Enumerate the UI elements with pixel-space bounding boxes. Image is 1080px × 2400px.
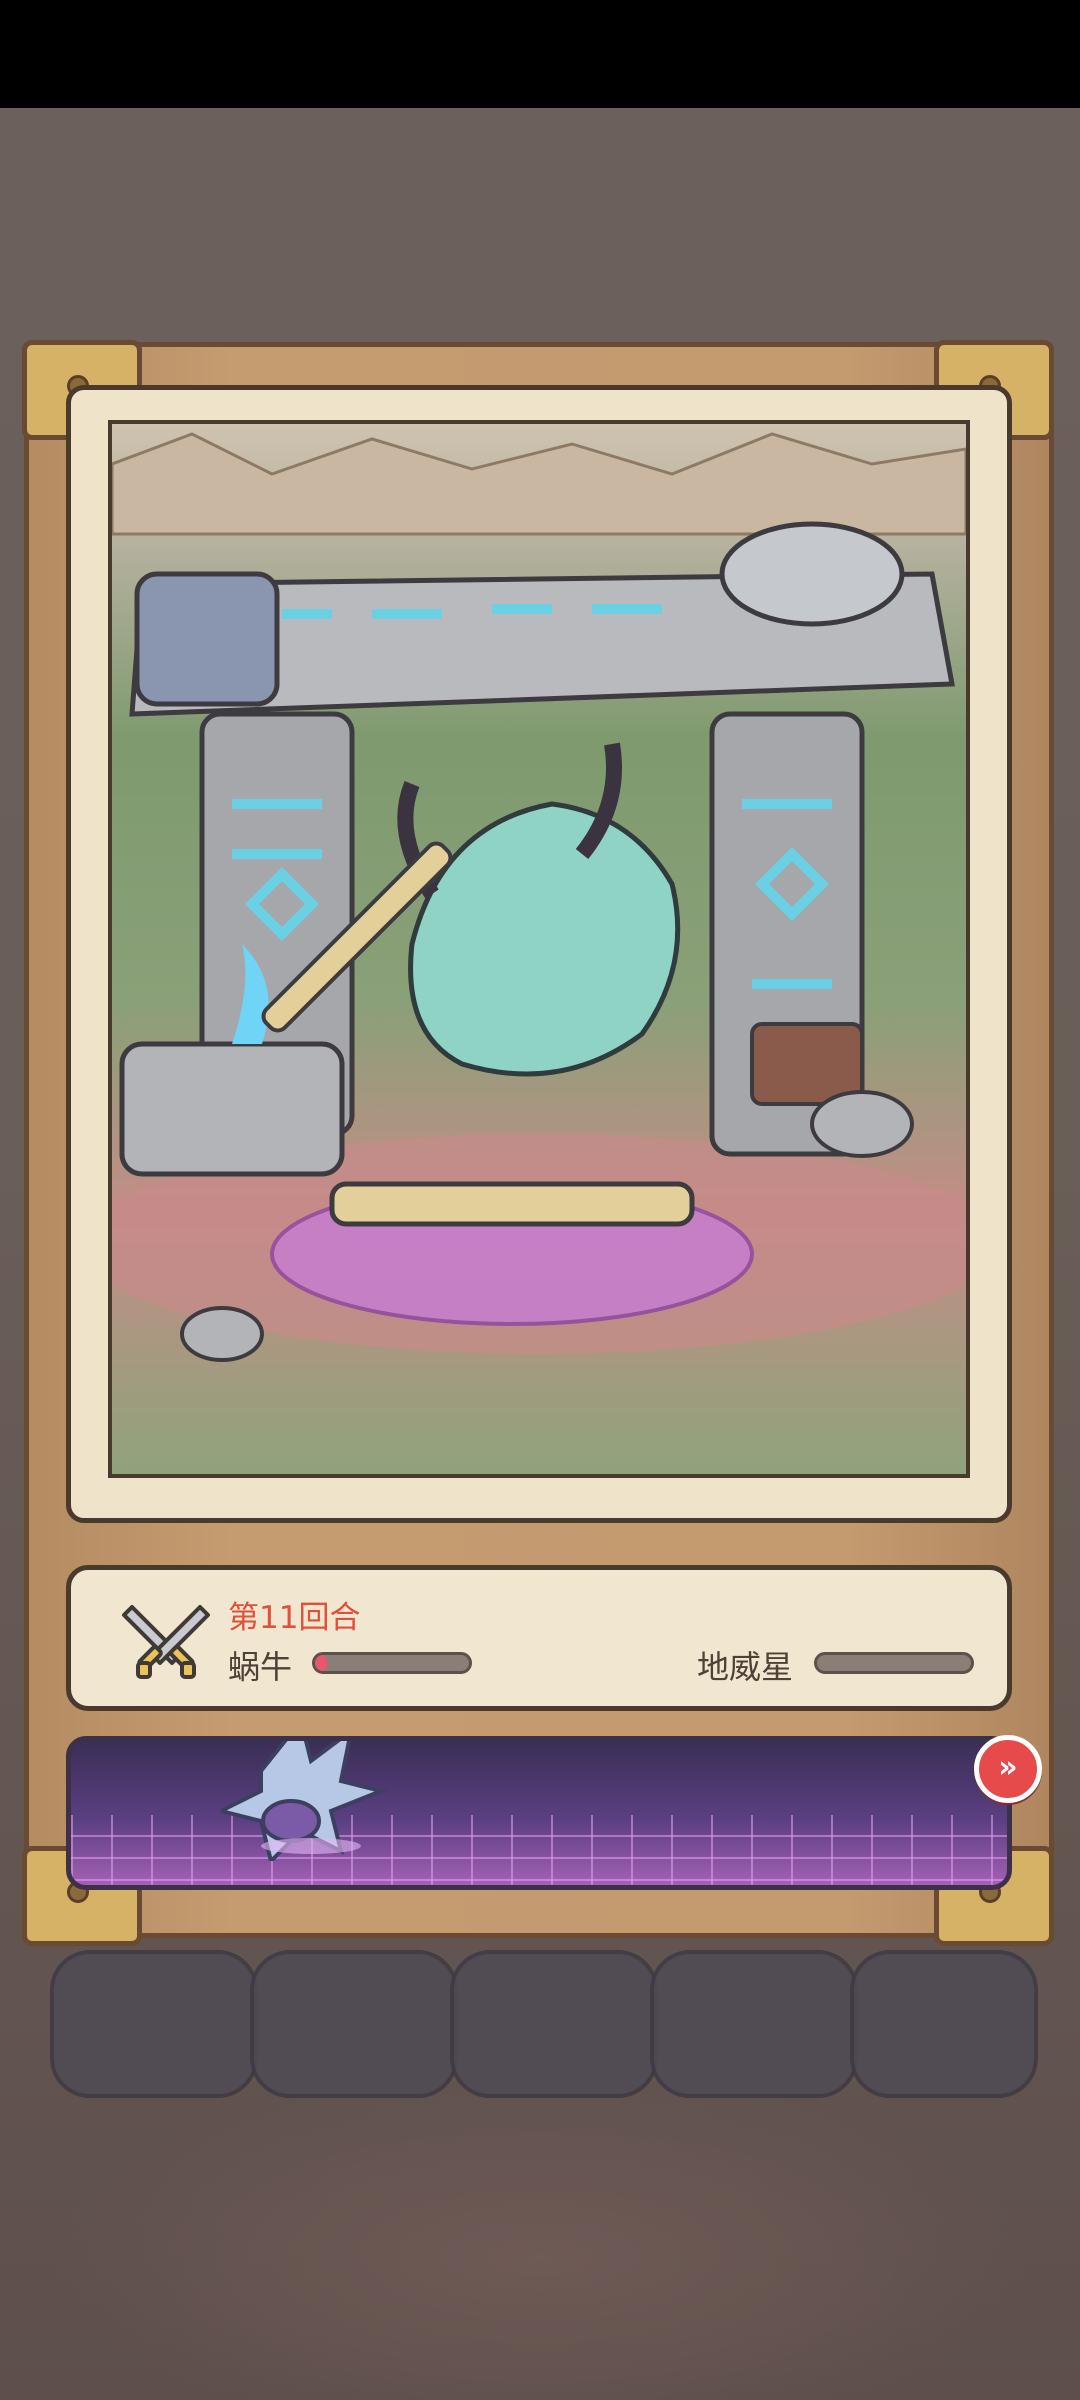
battle-animation-strip xyxy=(66,1736,1012,1890)
background-stone xyxy=(650,1950,858,2098)
neon-grid-floor xyxy=(71,1815,1007,1885)
player-hp-bar xyxy=(312,1652,472,1674)
enemy-illustration xyxy=(108,420,970,1478)
background-stone xyxy=(50,1950,258,2098)
fast-forward-button[interactable]: » xyxy=(974,1735,1042,1803)
status-bar xyxy=(0,0,1080,108)
player-hp-fill xyxy=(315,1655,328,1671)
round-counter: 第11回合 xyxy=(228,1600,361,1636)
dragon-sprite xyxy=(221,1741,388,1861)
horned-warrior xyxy=(408,801,681,1077)
background-stone xyxy=(450,1950,658,2098)
altar-stone xyxy=(119,1041,345,1177)
background-stone xyxy=(250,1950,458,2098)
double-chevron-right-icon: » xyxy=(998,1750,1018,1785)
enemy-name: 地威星 xyxy=(697,1648,794,1686)
stone-altar-scene xyxy=(112,432,966,1362)
crossed-swords-icon xyxy=(118,1597,214,1681)
enemy-hp-bar xyxy=(814,1652,974,1674)
background-stone xyxy=(850,1950,1038,2098)
golden-spear xyxy=(329,1181,695,1227)
player-name: 蜗牛 xyxy=(228,1648,293,1686)
metal-box xyxy=(134,571,280,707)
